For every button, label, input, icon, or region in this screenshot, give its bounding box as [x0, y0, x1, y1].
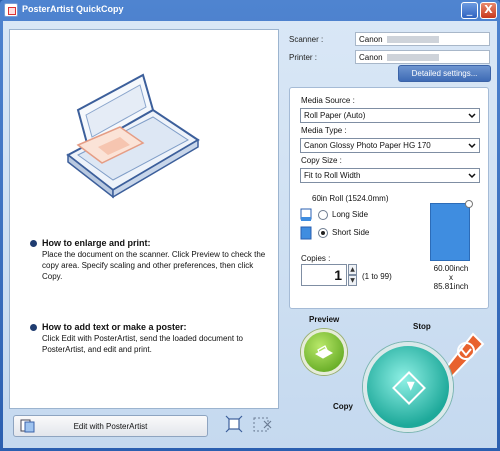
preview-area: How to enlarge and print: Place the docu…: [9, 29, 279, 409]
dimension-separator: x: [449, 273, 453, 282]
help-poster-title: How to add text or make a poster:: [30, 322, 270, 332]
long-side-radio[interactable]: [318, 210, 328, 220]
crop-area-icon[interactable]: [251, 415, 273, 433]
copy-size-value: Fit to Roll Width: [304, 171, 361, 180]
app-icon: [4, 3, 18, 17]
app-window: PosterArtist QuickCopy _ X How to enlarg…: [0, 0, 500, 451]
roll-size-text: 60in Roll (1524.0mm): [312, 194, 389, 203]
media-source-value: Roll Paper (Auto): [304, 111, 366, 120]
copy-button[interactable]: [363, 342, 453, 432]
copies-input[interactable]: 1: [301, 264, 347, 286]
output-dimensions: 60.00inch x 85.81inch: [425, 264, 477, 291]
scanner-value: Canon: [355, 32, 490, 46]
window-title: PosterArtist QuickCopy: [22, 4, 124, 14]
short-side-roll-icon: [300, 226, 312, 240]
redacted-mask: [386, 54, 439, 62]
copies-label: Copies :: [301, 254, 331, 263]
media-source-select[interactable]: Roll Paper (Auto): [300, 108, 480, 123]
preview-label: Preview: [309, 315, 340, 324]
media-source-label: Media Source :: [301, 96, 355, 105]
redacted-mask: [386, 36, 439, 44]
settings-panel: Media Source : Roll Paper (Auto) Media T…: [289, 87, 489, 309]
printer-name: Canon: [359, 53, 383, 62]
help-poster-body: Click Edit with PosterArtist, send the l…: [42, 334, 243, 354]
media-type-select[interactable]: Canon Glossy Photo Paper HG 170: [300, 138, 480, 153]
chevron-down-icon: [468, 113, 476, 119]
help-enlarge: How to enlarge and print: Place the docu…: [30, 238, 270, 282]
help-enlarge-title: How to enlarge and print:: [30, 238, 270, 248]
output-height: 85.81inch: [433, 282, 469, 291]
edit-with-posterartist-button[interactable]: Edit with PosterArtist: [13, 415, 208, 437]
output-width: 60.00inch: [433, 264, 469, 273]
long-side-roll-icon: [300, 208, 312, 221]
client-area: How to enlarge and print: Place the docu…: [3, 21, 497, 448]
title-bar[interactable]: PosterArtist QuickCopy _ X: [0, 0, 500, 21]
media-type-label: Media Type :: [301, 126, 347, 135]
close-button[interactable]: X: [480, 2, 497, 19]
copy-size-select[interactable]: Fit to Roll Width: [300, 168, 480, 183]
copy-label: Copy: [333, 402, 353, 411]
help-enlarge-body: Place the document on the scanner. Click…: [42, 250, 266, 281]
paper-size-preview: [430, 200, 473, 261]
copies-down-button[interactable]: ▼: [348, 275, 357, 286]
help-poster: How to add text or make a poster: Click …: [30, 322, 270, 355]
printer-label: Printer :: [289, 53, 318, 62]
copy-size-label: Copy Size :: [301, 156, 342, 165]
scanner-label: Scanner :: [289, 35, 324, 44]
scanner-icon: [314, 345, 334, 359]
scanner-name: Canon: [359, 35, 383, 44]
media-type-value: Canon Glossy Photo Paper HG 170: [304, 141, 431, 150]
copies-range: (1 to 99): [362, 272, 392, 281]
chevron-down-icon: [468, 173, 476, 179]
short-side-radio[interactable]: [318, 228, 328, 238]
printer-value: Canon: [355, 50, 490, 64]
detailed-settings-button[interactable]: Detailed settings...: [398, 65, 491, 82]
preview-button[interactable]: [301, 329, 347, 375]
chevron-down-icon: [468, 143, 476, 149]
stop-label: Stop: [413, 322, 431, 331]
scanner-illustration-icon: [66, 73, 200, 199]
edit-button-label: Edit with PosterArtist: [73, 422, 148, 431]
long-side-label: Long Side: [332, 210, 369, 219]
short-side-label: Short Side: [332, 228, 370, 237]
copy-start-icon: [392, 371, 426, 405]
minimize-button[interactable]: _: [461, 2, 478, 19]
copies-up-button[interactable]: ▲: [348, 264, 357, 275]
fit-page-icon[interactable]: [225, 415, 243, 433]
